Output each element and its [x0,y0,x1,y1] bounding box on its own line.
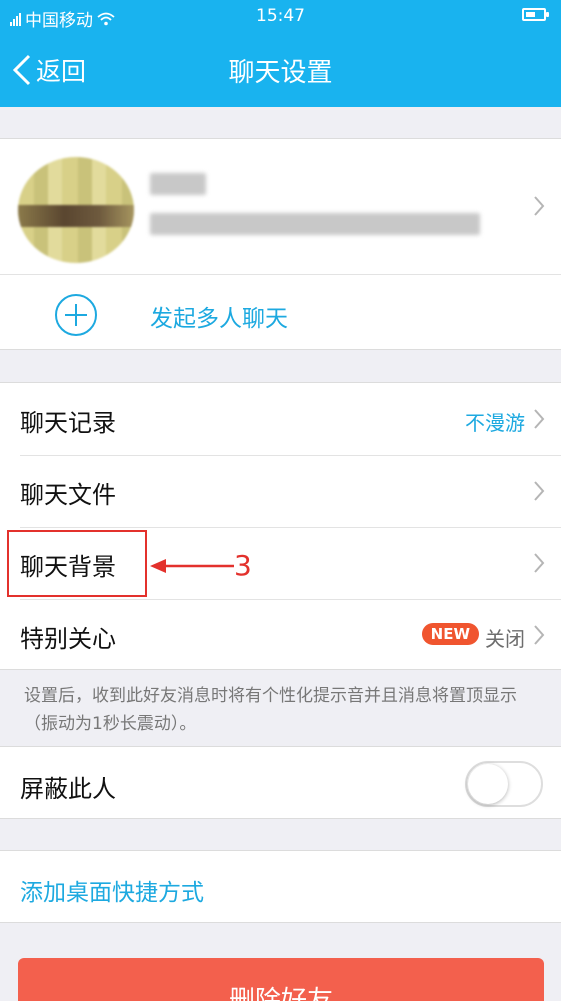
chevron-right-icon [534,409,545,429]
roaming-status: 不漫游 [465,411,525,435]
row-label: 特别关心 [20,625,116,653]
new-badge: NEW [421,623,479,645]
profile-card: 发起多人聊天 [0,138,561,350]
chat-files-row[interactable]: 聊天文件 [0,455,561,527]
settings-list: 聊天记录 不漫游 聊天文件 聊天背景 特别关心 NEW 关闭 [0,382,561,670]
add-shortcut-row[interactable]: 添加桌面快捷方式 [0,850,561,923]
chat-history-row[interactable]: 聊天记录 不漫游 [0,383,561,455]
block-label: 屏蔽此人 [20,775,116,803]
chevron-right-icon [534,481,545,501]
add-shortcut-label: 添加桌面快捷方式 [20,880,204,906]
annotation-highlight-box [7,530,147,597]
annotation-number: 3 [234,549,252,582]
row-label: 聊天记录 [20,409,116,437]
special-care-status: 关闭 [485,627,525,651]
start-group-chat-label: 发起多人聊天 [150,306,288,332]
delete-friend-button[interactable]: 删除好友 [18,958,544,1001]
status-bar: 中国移动 15:47 [0,0,561,34]
row-label: 聊天文件 [20,481,116,509]
annotation-arrow-icon [150,559,234,573]
page-title: 聊天设置 [228,58,333,88]
chevron-right-icon [534,553,545,573]
battery-icon [522,8,549,21]
start-group-chat-row[interactable]: 发起多人聊天 [0,275,561,350]
chevron-right-icon [534,196,545,216]
add-circle-icon [55,294,97,336]
profile-row[interactable] [0,139,561,274]
nav-bar: 返回 聊天设置 [0,34,561,107]
special-care-note: 设置后，收到此好友消息时将有个性化提示音并且消息将置顶显示（振动为1秒长震动）。 [24,686,517,734]
special-care-row[interactable]: 特别关心 NEW 关闭 [0,599,561,671]
contact-name-redacted [150,173,206,195]
block-card: 屏蔽此人 [0,746,561,819]
header-bar: 中国移动 15:47 返回 聊天设置 [0,0,561,107]
contact-info-redacted [150,213,480,235]
toggle-knob [468,764,508,804]
avatar [18,157,134,263]
status-time: 15:47 [256,6,305,26]
chevron-right-icon [534,625,545,645]
block-toggle[interactable] [465,761,543,807]
